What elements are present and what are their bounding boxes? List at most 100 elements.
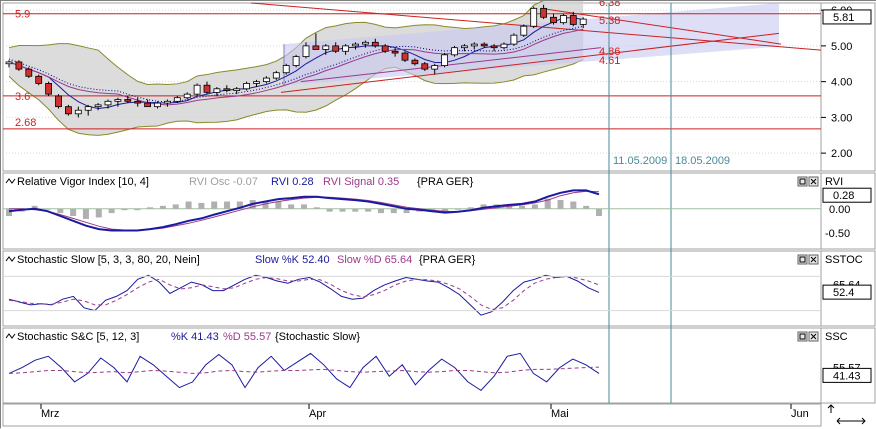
candle-body	[84, 106, 92, 111]
candle-body	[74, 109, 82, 115]
rvi-osc-bar	[147, 207, 154, 209]
level-label: 6.38	[599, 1, 620, 9]
candle-body	[411, 59, 419, 65]
stoch-sc-current-k: 41.43	[833, 370, 861, 382]
rvi-osc-bar	[377, 208, 384, 214]
stoch-slow-k-label: Slow %K 52.40	[255, 254, 330, 266]
candle-body	[203, 84, 211, 93]
candle-body	[490, 45, 498, 49]
stoch-slow-axis-tag: SSTOC	[825, 254, 863, 266]
candle-body	[510, 34, 518, 45]
rvi-osc-bar	[57, 208, 64, 214]
stoch-sc-axis-tag: SSC	[825, 331, 848, 343]
rvi-osc-bar	[159, 205, 166, 209]
x-axis-label: Mrz	[41, 408, 59, 420]
rvi-y-tick-label: 0.00	[829, 204, 850, 216]
candle-body	[282, 65, 290, 74]
candle-body	[262, 77, 270, 83]
rvi-osc-label: RVI Osc -0.07	[189, 176, 258, 188]
candle-body	[35, 75, 43, 84]
x-axis-label: Mai	[551, 408, 569, 420]
panel-restore-button[interactable]	[797, 331, 808, 342]
candle-body	[292, 56, 300, 66]
rvi-osc-bar	[583, 205, 590, 209]
panel-restore-button[interactable]	[797, 254, 808, 265]
rvi-osc-bar	[6, 208, 12, 216]
candle-body	[94, 104, 102, 108]
candle-body	[163, 100, 171, 104]
candle-body	[431, 65, 439, 70]
x-axis-frame	[2, 403, 822, 427]
stoch-slow-current-k: 52.4	[833, 287, 854, 299]
price-current-value: 5.81	[833, 12, 854, 24]
candle-body	[272, 72, 280, 79]
x-axis-label: Apr	[309, 408, 326, 420]
rvi-osc-bar	[454, 208, 461, 210]
price-y-tick-label: 3.00	[831, 112, 852, 124]
rvi-osc-bar	[288, 204, 295, 209]
price-y-tick-label: 2.00	[831, 148, 852, 160]
rvi-osc-bar	[570, 201, 577, 209]
rvi-osc-bar	[95, 208, 102, 218]
stoch-slow-title: Stochastic Slow [5, 3, 3, 80, 20, Nein]	[17, 254, 200, 266]
price-y-tick-label: 4.00	[831, 77, 852, 89]
rvi-osc-bar	[365, 208, 372, 212]
candle-body	[550, 16, 557, 24]
rvi-osc-bar	[224, 201, 231, 209]
candle-body	[441, 54, 449, 66]
candle-body	[65, 106, 72, 115]
rvi-osc-bar	[326, 208, 333, 212]
candle-body	[332, 45, 340, 52]
rvi-osc-bar	[82, 208, 89, 219]
rvi-osc-bar	[313, 207, 320, 209]
level-label: 2.68	[15, 117, 36, 129]
rvi-osc-bar	[339, 208, 346, 212]
stoch-sc-source-label: {Stochastic Slow}	[275, 331, 360, 343]
candle-body	[114, 99, 122, 102]
candle-body	[371, 41, 379, 47]
stoch-slow-d-label: Slow %D 65.64	[337, 254, 412, 266]
candle-body	[144, 102, 152, 108]
candle-body	[500, 43, 508, 49]
panel-restore-button[interactable]	[797, 176, 808, 187]
rvi-osc-bar	[44, 208, 51, 210]
rvi-title: Relative Vigor Index [10, 4]	[17, 176, 149, 188]
price-y-tick-label: 5.00	[831, 41, 852, 53]
vertical-date-label: 18.05.2009	[675, 155, 730, 167]
candle-body	[470, 43, 478, 47]
rvi-axis-tag: RVI	[825, 176, 843, 188]
rvi-osc-bar	[352, 208, 359, 212]
rvi-osc-bar	[134, 208, 141, 211]
rvi-osc-bar	[596, 208, 602, 216]
candle-body	[401, 52, 409, 61]
candle-body	[342, 45, 350, 52]
x-axis-label: Jun	[791, 408, 809, 420]
candle-body	[530, 7, 538, 27]
rvi-osc-bar	[301, 204, 307, 209]
rvi-osc-bar	[172, 204, 179, 209]
candle-body	[45, 83, 52, 95]
candle-body	[15, 61, 23, 70]
candle-body	[233, 88, 241, 91]
chart-window: 6.005.004.003.002.005.93.62.686.385.384.…	[0, 0, 876, 429]
candle-body	[253, 81, 260, 84]
candle-body	[154, 102, 161, 108]
vertical-date-label: 11.05.2009	[613, 155, 667, 167]
rvi-value-label: RVI 0.28	[271, 176, 314, 188]
candle-body	[451, 47, 458, 56]
candle-body	[540, 7, 547, 18]
candle-body	[361, 41, 369, 45]
rvi-osc-bar	[185, 201, 192, 209]
candle-body	[480, 43, 488, 47]
candle-body	[193, 84, 201, 95]
candle-body	[173, 97, 181, 102]
candle-body	[124, 99, 132, 102]
rvi-osc-bar	[390, 208, 397, 214]
candle-body	[183, 93, 191, 99]
candle-body	[460, 45, 468, 49]
candle-body	[302, 45, 310, 58]
candle-body	[104, 100, 112, 106]
rvi-osc-bar	[211, 201, 218, 209]
candle-body	[312, 45, 320, 50]
candle-body	[243, 83, 251, 90]
